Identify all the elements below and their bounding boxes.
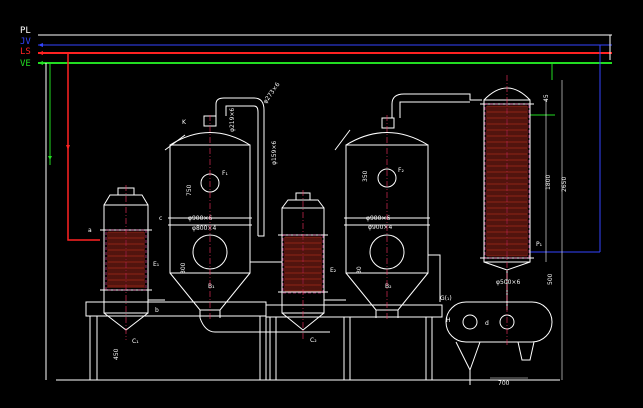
tag-g: G(₁) [440, 295, 452, 302]
tag-h: H [446, 317, 451, 324]
drain-cone [517, 341, 535, 361]
dim-d8: φ900×4 [368, 224, 392, 231]
dim-d15: 450 [113, 348, 120, 360]
tag-f1: F₁ [222, 170, 228, 177]
steam-arrow [66, 145, 70, 150]
nozzle-tags: a b c E₁ C₁ F₁ B₁ E₂ F₂ B₂ C₂ G(₁) H K d… [88, 119, 543, 345]
vapor-pipe-1 [215, 97, 265, 237]
dim-d2: φ273×6 [262, 81, 282, 105]
legend-pl: PL [20, 26, 31, 36]
dimensions: φ219×6 φ273×6 750 φ800×4 φ900×6 φ159×6 3… [113, 80, 568, 387]
drain-leg [455, 341, 481, 385]
tag-e2: E₂ [330, 267, 337, 274]
line-legend: PL JV LS VE [20, 26, 31, 69]
dim-d17: 300 [180, 262, 187, 274]
tag-e1: E₁ [153, 261, 160, 268]
dim-d18: 30 [356, 266, 363, 274]
support-frames [85, 301, 443, 380]
legend-ls: LS [20, 47, 31, 57]
ve-arrow [38, 61, 43, 65]
tag-c1: C₁ [132, 338, 139, 345]
dim-d13: φ500×6 [496, 279, 520, 286]
steam-line-1 [67, 53, 100, 241]
header-pipelines [38, 34, 612, 65]
tag-b: b [155, 307, 159, 314]
process-diagram: PL JV LS VE φ219×6 φ273×6 750 φ800×4 φ90… [20, 26, 612, 387]
ve-riser-arrow [48, 156, 52, 160]
dim-d12: 500 [547, 273, 554, 285]
tag-k: K [182, 119, 187, 126]
tag-b1: B₁ [208, 283, 215, 290]
dim-d1: φ219×6 [229, 108, 236, 132]
dim-d14: 700 [498, 380, 510, 387]
jv-arrow [38, 43, 43, 47]
tag-d: d [485, 320, 489, 327]
dim-d4: φ800×4 [192, 225, 216, 232]
dim-d6: φ159×6 [271, 141, 278, 165]
dim-d3: 750 [186, 184, 193, 196]
dim-d7: 350 [362, 170, 369, 182]
ls-arrow [38, 51, 43, 55]
dim-d16: 45 [543, 94, 550, 102]
tag-f2: F₂ [398, 167, 404, 174]
dim-d5: φ900×6 [188, 215, 212, 222]
tag-c2: C₂ [310, 337, 317, 344]
tube-bundles [105, 103, 530, 294]
legend-ve: VE [20, 59, 31, 69]
tag-b2: B₂ [385, 283, 392, 290]
process-piping [148, 254, 441, 302]
tag-p1: P₁ [536, 241, 543, 248]
vapor-pipe-2-inner [399, 101, 470, 118]
tag-c: c [159, 215, 162, 222]
legend-jv: JV [20, 37, 31, 47]
bottom-pipe [199, 317, 330, 333]
tag-a: a [88, 227, 92, 234]
vacuum-tank [445, 301, 553, 343]
header-risers [45, 35, 611, 380]
vapor-pipe-2 [391, 93, 482, 118]
